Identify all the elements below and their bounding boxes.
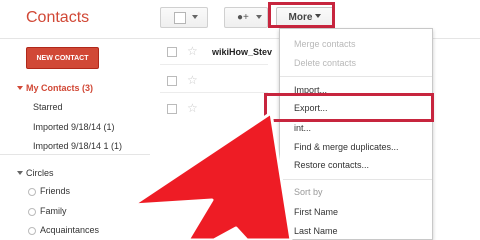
annotation-arrow-icon xyxy=(131,111,293,240)
